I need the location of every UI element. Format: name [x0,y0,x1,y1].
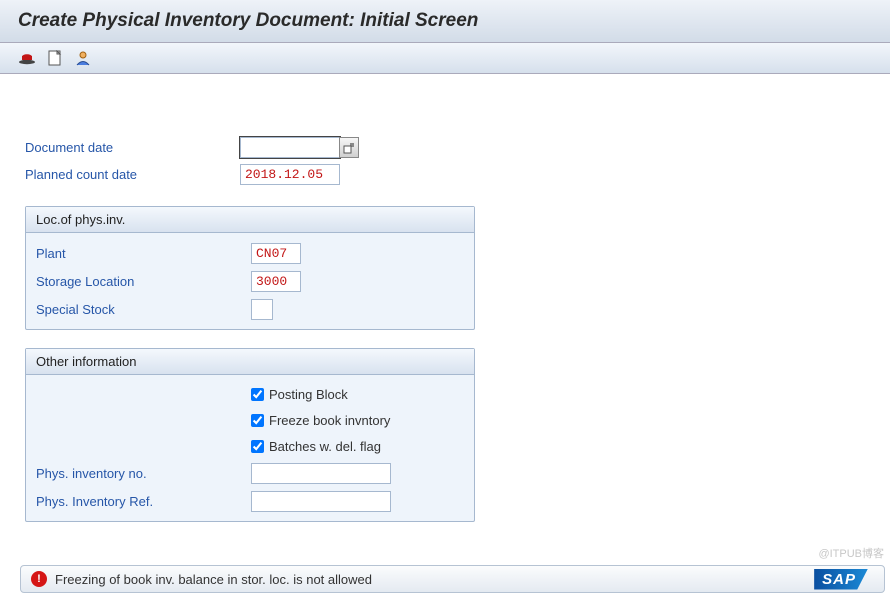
person-icon[interactable] [74,49,92,67]
plant-input[interactable] [251,243,301,264]
plant-label: Plant [36,246,251,261]
phys-inv-no-input[interactable] [251,463,391,484]
other-panel: Other information Posting Block Freeze b… [25,348,475,522]
status-message: Freezing of book inv. balance in stor. l… [55,572,372,587]
batches-del-checkbox[interactable] [251,440,264,453]
freeze-book-checkbox[interactable] [251,414,264,427]
storage-location-label: Storage Location [36,274,251,289]
posting-block-checkbox[interactable] [251,388,264,401]
watermark: @ITPUB博客 [818,545,884,561]
sap-logo: SAP [814,569,868,590]
special-stock-label: Special Stock [36,302,251,317]
phys-inv-no-label: Phys. inventory no. [36,466,251,481]
toolbar [0,43,890,74]
page-title: Create Physical Inventory Document: Init… [18,10,872,32]
freeze-book-label: Freeze book invntory [269,413,390,428]
document-icon[interactable] [46,49,64,67]
hat-icon[interactable] [18,49,36,67]
loc-panel-title: Loc.of phys.inv. [26,207,474,233]
planned-count-date-row: Planned count date [25,161,865,188]
other-panel-title: Other information [26,349,474,375]
status-bar: ! Freezing of book inv. balance in stor.… [20,565,885,593]
content-area: Document date Planned count date Loc.of … [0,74,890,548]
title-bar: Create Physical Inventory Document: Init… [0,0,890,43]
date-picker-icon[interactable] [339,137,359,158]
planned-count-date-input[interactable] [240,164,340,185]
document-date-label: Document date [25,140,240,155]
planned-count-date-label: Planned count date [25,167,240,182]
special-stock-input[interactable] [251,299,273,320]
phys-inv-ref-label: Phys. Inventory Ref. [36,494,251,509]
document-date-row: Document date [25,134,865,161]
error-icon: ! [31,571,47,587]
posting-block-label: Posting Block [269,387,348,402]
batches-del-label: Batches w. del. flag [269,439,381,454]
loc-panel: Loc.of phys.inv. Plant Storage Location … [25,206,475,330]
phys-inv-ref-input[interactable] [251,491,391,512]
storage-location-input[interactable] [251,271,301,292]
document-date-input[interactable] [240,137,340,158]
